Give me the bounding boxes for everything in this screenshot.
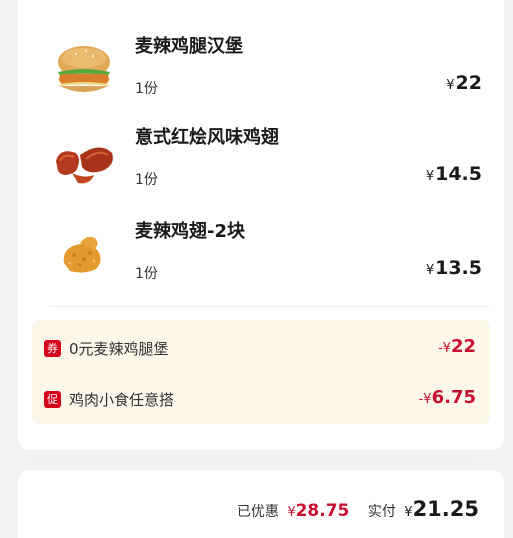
item-price: ¥14.5 bbox=[426, 163, 482, 185]
currency-symbol: ¥ bbox=[287, 505, 296, 520]
currency-symbol: ¥ bbox=[425, 169, 435, 184]
order-item: 麦辣鸡腿汉堡 1份 ¥22 bbox=[18, 32, 504, 122]
discount-value: 28.75 bbox=[295, 501, 350, 521]
paid-label: 实付 bbox=[367, 504, 396, 520]
currency-symbol: ¥ bbox=[404, 505, 413, 520]
currency-symbol: ¥ bbox=[446, 78, 455, 93]
item-name: 麦辣鸡腿汉堡 bbox=[135, 36, 243, 57]
chicken-wings-icon bbox=[56, 147, 113, 184]
promotion-row: 券 0元麦辣鸡腿堡 -¥22 bbox=[32, 336, 490, 364]
paid-value: 21.25 bbox=[412, 497, 479, 521]
items-divider bbox=[50, 306, 490, 307]
item-name: 意式红烩风味鸡翅 bbox=[135, 127, 279, 148]
promotion-amount-value: 22 bbox=[450, 336, 476, 357]
item-price: ¥22 bbox=[446, 72, 482, 94]
promotion-label: 鸡肉小食任意搭 bbox=[69, 391, 175, 409]
fried-chicken-wing-icon bbox=[63, 236, 101, 273]
order-item: 意式红烩风味鸡翅 1份 ¥14.5 bbox=[18, 123, 504, 213]
section-separator bbox=[32, 462, 472, 463]
promotion-row: 促 鸡肉小食任意搭 -¥6.75 bbox=[32, 387, 490, 415]
promotion-label: 0元麦辣鸡腿堡 bbox=[69, 340, 169, 358]
item-price-value: 14.5 bbox=[435, 163, 482, 185]
promotion-amount: -¥22 bbox=[438, 336, 476, 357]
order-item: 麦辣鸡翅-2块 1份 ¥13.5 bbox=[18, 217, 504, 307]
item-price-value: 22 bbox=[455, 72, 482, 94]
burger-icon bbox=[58, 46, 110, 92]
item-price: ¥13.5 bbox=[426, 257, 482, 279]
discount-label: 已优惠 bbox=[236, 504, 279, 520]
order-summary: 已优惠 ¥28.75 实付 ¥21.25 bbox=[237, 497, 479, 521]
paid-amount: ¥21.25 bbox=[404, 497, 479, 521]
item-quantity: 1份 bbox=[135, 172, 158, 188]
item-quantity: 1份 bbox=[135, 81, 158, 97]
item-name: 麦辣鸡翅-2块 bbox=[135, 221, 245, 242]
order-items-card: 麦辣鸡腿汉堡 1份 ¥22 意式红烩风味鸡翅 1份 ¥14.5 麦辣鸡翅-2块 … bbox=[18, 0, 504, 450]
promotion-amount-value: 6.75 bbox=[431, 387, 476, 408]
discount-amount: ¥28.75 bbox=[287, 501, 349, 521]
coupon-badge-icon: 券 bbox=[44, 340, 61, 357]
promotion-badge-icon: 促 bbox=[44, 391, 61, 408]
promotion-amount-prefix: -¥ bbox=[418, 392, 432, 407]
item-price-value: 13.5 bbox=[435, 257, 482, 279]
item-quantity: 1份 bbox=[135, 266, 158, 282]
currency-symbol: ¥ bbox=[425, 263, 435, 278]
ticket-notch-left bbox=[11, 456, 25, 470]
promotion-amount-prefix: -¥ bbox=[437, 341, 451, 356]
ticket-notch-right bbox=[497, 456, 511, 470]
promotion-amount: -¥6.75 bbox=[419, 387, 476, 408]
promotions-panel: 券 0元麦辣鸡腿堡 -¥22 促 鸡肉小食任意搭 -¥6.75 bbox=[32, 320, 490, 424]
